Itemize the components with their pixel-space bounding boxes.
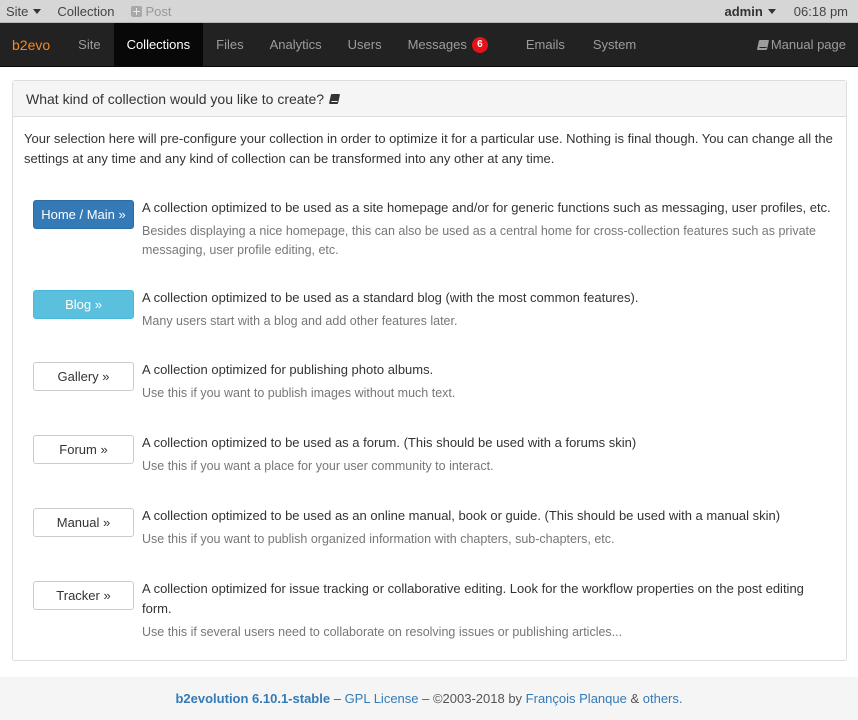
nav-item-files[interactable]: Files [203, 23, 256, 66]
home-main-button[interactable]: Home / Main » [33, 200, 134, 229]
manual-book-icon[interactable] [328, 93, 341, 104]
nav-item-system[interactable]: System [578, 23, 649, 66]
nav-item-emails[interactable]: Emails [506, 23, 578, 66]
panel-heading: What kind of collection would you like t… [13, 81, 846, 117]
option-manual: Manual » A collection optimized to be us… [33, 505, 835, 549]
option-note: Many users start with a blog and add oth… [142, 314, 458, 328]
option-tracker: Tracker » A collection optimized for iss… [33, 578, 835, 642]
evobar: Site Collection Post admin 06:18 pm [0, 0, 858, 23]
nav-item-label: Messages [407, 37, 467, 52]
evobar-collection-menu[interactable]: Collection [57, 4, 114, 19]
footer: b2evolution 6.10.1-stable – GPL License … [0, 677, 858, 720]
nav-item-label: Users [347, 37, 382, 52]
manual-button[interactable]: Manual » [33, 508, 134, 537]
blog-button[interactable]: Blog » [33, 290, 134, 319]
option-title: A collection optimized to be used as a s… [142, 200, 831, 215]
nav-item-label: Site [78, 37, 101, 52]
tracker-button[interactable]: Tracker » [33, 581, 134, 610]
nav-item-label: Collections [126, 37, 191, 52]
option-title: A collection optimized to be used as an … [142, 508, 781, 523]
author-link[interactable]: François Planque [526, 691, 627, 706]
book-icon [756, 39, 769, 50]
intro-text: Your selection here will pre-configure y… [24, 131, 833, 166]
caret-down-icon [33, 9, 42, 14]
evobar-user-label: admin [724, 3, 763, 19]
nav-item-messages[interactable]: Messages 6 [395, 23, 506, 66]
nav-item-users[interactable]: Users [335, 23, 395, 66]
evobar-site-menu[interactable]: Site [6, 3, 42, 19]
option-forum: Forum » A collection optimized to be use… [33, 432, 835, 476]
nav-item-label: Emails [525, 37, 565, 52]
evobar-site-label: Site [6, 3, 29, 19]
evobar-user-menu[interactable]: admin [725, 4, 776, 19]
plus-square-icon [130, 5, 142, 17]
caret-down-icon [767, 9, 776, 14]
footer-separator: – [330, 691, 345, 706]
evobar-time: 06:18 pm [793, 3, 848, 19]
forum-button[interactable]: Forum » [33, 435, 134, 464]
license-link[interactable]: GPL License [345, 691, 419, 706]
manual-page-link[interactable]: Manual page [756, 23, 858, 66]
option-note: Besides displaying a nice homepage, this… [142, 224, 816, 257]
gallery-button[interactable]: Gallery » [33, 362, 134, 391]
evobar-collection-label: Collection [57, 3, 115, 19]
evobar-new-post[interactable]: Post [130, 3, 172, 19]
panel-title: What kind of collection would you like t… [26, 90, 325, 107]
footer-amp: & [626, 691, 643, 706]
nav-item-label: Analytics [269, 37, 322, 52]
nav-item-label: System [592, 37, 637, 52]
collection-options: Home / Main » A collection optimized to … [24, 197, 835, 642]
option-note: Use this if you want a place for your us… [142, 459, 494, 473]
others-link[interactable]: others. [643, 691, 683, 706]
option-note: Use this if you want to publish organize… [142, 532, 615, 546]
main-navbar: b2evo Site Collections Files Analytics U… [0, 23, 858, 67]
manual-page-label: Manual page [770, 37, 846, 52]
nav-item-label: Files [216, 37, 244, 52]
option-title: A collection optimized for issue trackin… [142, 581, 804, 616]
nav-item-analytics[interactable]: Analytics [257, 23, 335, 66]
nav-item-collections[interactable]: Collections [113, 23, 204, 66]
brand-logo[interactable]: b2evo [0, 23, 65, 66]
collection-kind-panel: What kind of collection would you like t… [12, 80, 847, 661]
product-version-link[interactable]: b2evolution 6.10.1-stable [175, 691, 330, 706]
option-note: Use this if several users need to collab… [142, 625, 623, 639]
option-title: A collection optimized for publishing ph… [142, 362, 434, 377]
option-home: Home / Main » A collection optimized to … [33, 197, 835, 260]
option-note: Use this if you want to publish images w… [142, 386, 456, 400]
nav-item-site[interactable]: Site [65, 23, 113, 66]
option-title: A collection optimized to be used as a s… [142, 290, 639, 305]
footer-copyright: – ©2003-2018 by [418, 691, 526, 706]
option-gallery: Gallery » A collection optimized for pub… [33, 359, 835, 403]
option-title: A collection optimized to be used as a f… [142, 435, 637, 450]
option-blog: Blog » A collection optimized to be used… [33, 287, 835, 331]
unread-messages-badge: 6 [471, 36, 488, 53]
evobar-post-label: Post [145, 3, 172, 19]
